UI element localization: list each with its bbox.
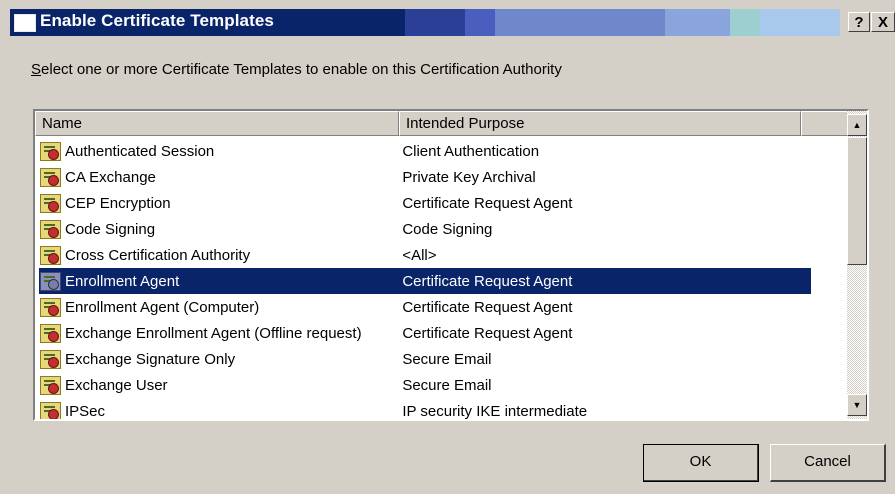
list-item[interactable]: CA Exchange Private Key Archival bbox=[39, 164, 811, 190]
scroll-down-button[interactable]: ▼ bbox=[847, 394, 867, 416]
list-item[interactable]: Code Signing Code Signing bbox=[39, 216, 811, 242]
list-item[interactable]: Cross Certification Authority <All> bbox=[39, 242, 811, 268]
ok-button[interactable]: OK bbox=[643, 444, 759, 482]
template-purpose: Client Authentication bbox=[402, 142, 540, 160]
instruction-label: Select one or more Certificate Templates… bbox=[31, 61, 562, 78]
template-name: CEP Encryption bbox=[65, 194, 171, 212]
template-list[interactable]: Name Intended Purpose Authenticated Sess… bbox=[33, 109, 869, 421]
certificate-template-icon bbox=[39, 297, 61, 317]
column-header-purpose[interactable]: Intended Purpose bbox=[399, 111, 801, 136]
template-name: Authenticated Session bbox=[65, 142, 215, 160]
template-name: Enrollment Agent (Computer) bbox=[65, 298, 260, 316]
certificate-template-icon bbox=[39, 323, 61, 343]
list-item[interactable]: Enrollment Agent Certificate Request Agen… bbox=[39, 268, 811, 294]
template-purpose: Certificate Request Agent bbox=[402, 298, 573, 316]
title-bar[interactable]: Enable Certificate Templates ? X bbox=[0, 0, 895, 42]
template-name: IPSec bbox=[65, 402, 106, 420]
scroll-up-button[interactable]: ▲ bbox=[847, 114, 867, 136]
certificate-template-icon bbox=[39, 141, 61, 161]
template-purpose: IP security IKE intermediate bbox=[402, 402, 588, 420]
certificate-template-icon bbox=[39, 219, 61, 239]
template-name: Exchange Signature Only bbox=[65, 350, 236, 368]
instruction-accelerator: S bbox=[31, 61, 42, 78]
window-icon bbox=[14, 14, 36, 32]
list-item[interactable]: Exchange Signature Only Secure Email bbox=[39, 346, 811, 372]
list-item[interactable]: Exchange Enrollment Agent (Offline reque… bbox=[39, 320, 811, 346]
certificate-template-icon bbox=[39, 271, 61, 291]
certificate-template-icon bbox=[39, 375, 61, 395]
instruction-text: elect one or more Certificate Templates … bbox=[41, 61, 562, 78]
certificate-template-icon bbox=[39, 193, 61, 213]
list-header: Name Intended Purpose bbox=[35, 111, 849, 136]
template-name: Code Signing bbox=[65, 220, 156, 238]
help-button[interactable]: ? bbox=[848, 12, 870, 32]
certificate-template-icon bbox=[39, 349, 61, 369]
template-purpose: Certificate Request Agent bbox=[402, 194, 573, 212]
cancel-button[interactable]: Cancel bbox=[770, 444, 886, 482]
scroll-thumb[interactable] bbox=[847, 137, 867, 265]
template-name: Enrollment Agent bbox=[65, 272, 180, 290]
column-header-name[interactable]: Name bbox=[35, 111, 399, 136]
close-button[interactable]: X bbox=[871, 12, 895, 32]
template-purpose: Code Signing bbox=[402, 220, 493, 238]
template-name: Cross Certification Authority bbox=[65, 246, 251, 264]
template-name: CA Exchange bbox=[65, 168, 156, 186]
certificate-template-icon bbox=[39, 245, 61, 265]
list-item[interactable]: Authenticated Session Client Authenticati… bbox=[39, 138, 811, 164]
vertical-scrollbar[interactable]: ▲ ▼ bbox=[847, 111, 867, 419]
list-item[interactable]: CEP Encryption Certificate Request Agent bbox=[39, 190, 811, 216]
template-purpose: Certificate Request Agent bbox=[402, 272, 573, 290]
list-item[interactable]: IPSec IP security IKE intermediate bbox=[39, 398, 811, 420]
list-item[interactable]: Enrollment Agent (Computer) Certificate R… bbox=[39, 294, 811, 320]
template-purpose: <All> bbox=[402, 246, 437, 264]
window-title: Enable Certificate Templates bbox=[40, 11, 274, 30]
template-name: Exchange User bbox=[65, 376, 168, 394]
column-header-filler bbox=[801, 111, 849, 136]
template-purpose: Secure Email bbox=[402, 376, 492, 394]
template-purpose: Certificate Request Agent bbox=[402, 324, 573, 342]
list-item[interactable]: Exchange User Secure Email bbox=[39, 372, 811, 398]
template-purpose: Secure Email bbox=[402, 350, 492, 368]
template-name: Exchange Enrollment Agent (Offline reque… bbox=[65, 324, 362, 342]
certificate-template-icon bbox=[39, 167, 61, 187]
list-rows: Authenticated Session Client Authenticati… bbox=[39, 138, 811, 420]
certificate-template-icon bbox=[39, 401, 61, 419]
template-purpose: Private Key Archival bbox=[402, 168, 536, 186]
